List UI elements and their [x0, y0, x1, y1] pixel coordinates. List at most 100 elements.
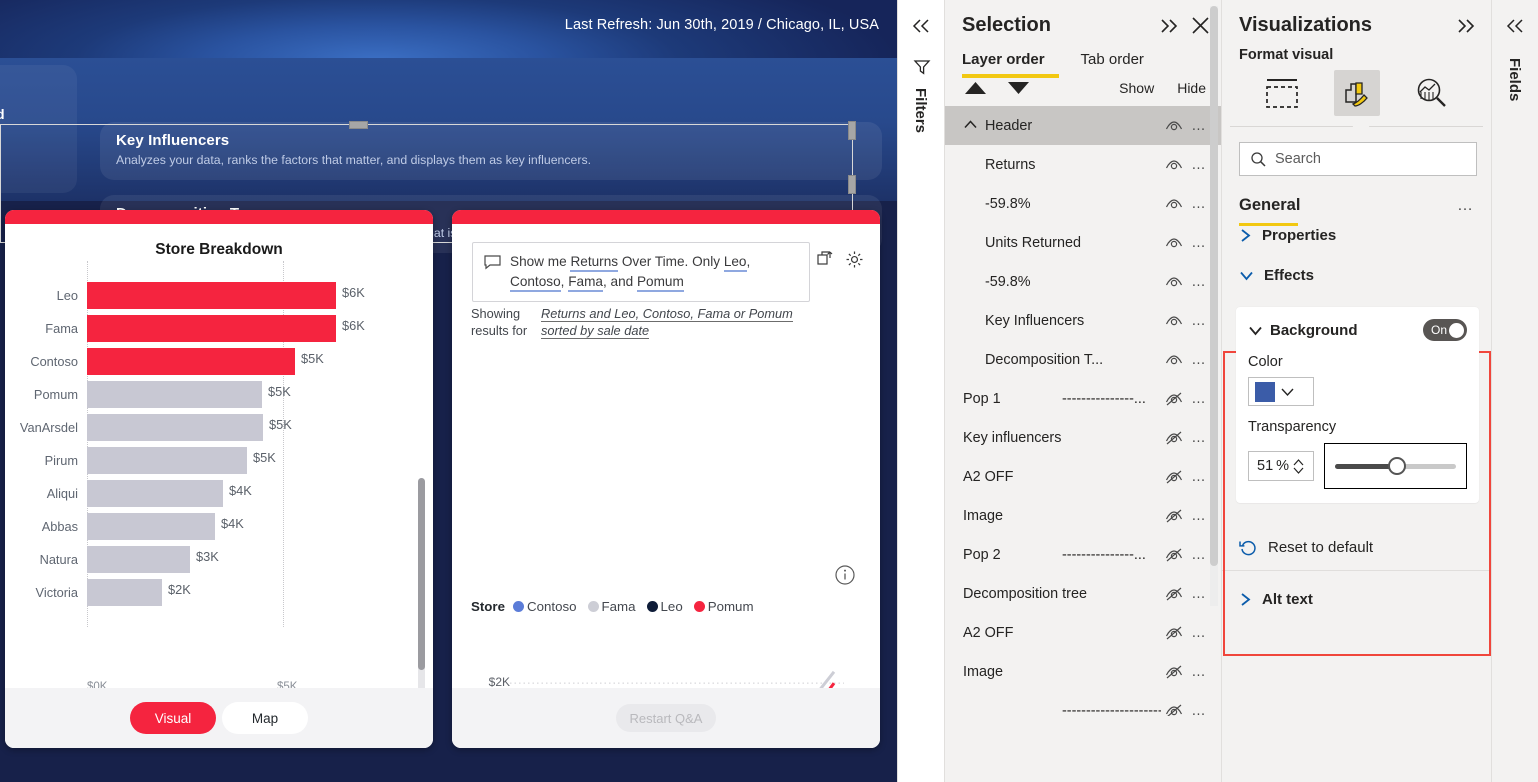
legend-item[interactable]: Fama [587, 599, 636, 614]
selection-layer-row[interactable]: -59.8%… [945, 262, 1221, 301]
bar-fill[interactable] [87, 447, 247, 474]
selection-layer-row[interactable]: A2 OFF… [945, 613, 1221, 652]
effects-accordion[interactable]: Effects [1222, 255, 1491, 295]
row-more-options-icon[interactable]: … [1187, 664, 1211, 680]
bar-fill[interactable] [87, 282, 336, 309]
row-more-options-icon[interactable]: … [1187, 469, 1211, 485]
bar-fill[interactable] [87, 414, 263, 441]
background-toggle[interactable]: On [1423, 319, 1467, 341]
row-more-options-icon[interactable]: … [1187, 313, 1211, 329]
visibility-eye-icon[interactable] [1161, 275, 1187, 289]
collapse-caret-icon[interactable] [963, 118, 985, 134]
row-more-options-icon[interactable]: … [1187, 118, 1211, 134]
bar-row[interactable]: Fama $6K [5, 312, 419, 345]
selection-layer-row[interactable]: Header… [945, 106, 1221, 145]
legend-item[interactable]: Contoso [513, 599, 577, 614]
toggle-map-button[interactable]: Map [222, 702, 308, 734]
selection-layer-row[interactable]: Units Returned… [945, 223, 1221, 262]
row-more-options-icon[interactable]: … [1187, 274, 1211, 290]
bar-fill[interactable] [87, 546, 190, 573]
convert-to-visual-icon[interactable] [817, 250, 836, 269]
restart-qna-button[interactable]: Restart Q&A [616, 704, 716, 732]
format-visual-button[interactable] [1333, 70, 1380, 116]
row-more-options-icon[interactable]: … [1187, 235, 1211, 251]
visibility-hidden-eye-icon[interactable] [1161, 509, 1187, 523]
selection-layer-row[interactable]: -----------------------...… [945, 691, 1221, 716]
bar-fill[interactable] [87, 480, 223, 507]
visibility-hidden-eye-icon[interactable] [1161, 431, 1187, 445]
gear-icon[interactable] [845, 250, 864, 269]
visibility-hidden-eye-icon[interactable] [1161, 587, 1187, 601]
selection-layer-row[interactable]: Image… [945, 496, 1221, 535]
visibility-hidden-eye-icon[interactable] [1161, 392, 1187, 406]
bar-fill[interactable] [87, 348, 295, 375]
visibility-eye-icon[interactable] [1161, 314, 1187, 328]
visibility-hidden-eye-icon[interactable] [1161, 665, 1187, 679]
general-section-header[interactable]: General … [1239, 196, 1475, 226]
qna-visual[interactable]: Show me Returns Over Time. Only Leo, Con… [452, 210, 880, 748]
row-more-options-icon[interactable]: … [1187, 352, 1211, 368]
visibility-hidden-eye-icon[interactable] [1161, 704, 1187, 716]
selection-layer-row[interactable]: Pop 2 ---------------...… [945, 535, 1221, 574]
selection-layer-row[interactable]: Pop 1 ---------------...… [945, 379, 1221, 418]
toggle-visual-button[interactable]: Visual [130, 702, 216, 734]
bar-row[interactable]: Pirum $5K [5, 444, 419, 477]
selection-layer-list[interactable]: Header… Returns… -59.8%… Units Returned… -59… [945, 106, 1221, 716]
selection-layer-row[interactable]: Returns… [945, 145, 1221, 184]
row-more-options-icon[interactable]: … [1187, 547, 1211, 563]
row-more-options-icon[interactable]: … [1187, 586, 1211, 602]
scrollbar-thumb[interactable] [418, 478, 425, 670]
stepper-arrows[interactable] [1293, 458, 1304, 474]
bar-row[interactable]: Abbas $4K [5, 510, 419, 543]
tab-layer-order[interactable]: Layer order [962, 51, 1045, 68]
visibility-eye-icon[interactable] [1161, 119, 1187, 133]
bar-row[interactable]: Contoso $5K [5, 345, 419, 378]
selection-layer-row[interactable]: Decomposition tree… [945, 574, 1221, 613]
selection-layer-row[interactable]: Image… [945, 652, 1221, 691]
bar-fill[interactable] [87, 579, 162, 606]
analytics-button[interactable] [1409, 70, 1455, 116]
selection-layer-row[interactable]: A2 OFF… [945, 457, 1221, 496]
transparency-stepper[interactable]: 51 % [1248, 451, 1314, 481]
selection-layer-row[interactable]: Key Influencers… [945, 301, 1221, 340]
legend-item[interactable]: Pomum [693, 599, 754, 614]
visibility-hidden-eye-icon[interactable] [1161, 626, 1187, 640]
show-all-button[interactable]: Show [1119, 80, 1154, 96]
tab-tab-order[interactable]: Tab order [1081, 51, 1144, 68]
background-header-row[interactable]: Background On [1248, 319, 1467, 341]
qna-info-icon[interactable] [835, 565, 855, 588]
legend-item[interactable]: Leo [646, 599, 683, 614]
move-down-icon[interactable] [1006, 80, 1031, 96]
row-more-options-icon[interactable]: … [1187, 196, 1211, 212]
row-more-options-icon[interactable]: … [1187, 430, 1211, 446]
bar-row[interactable]: VanArsdel $5K [5, 411, 419, 444]
bar-row[interactable]: Natura $3K [5, 543, 419, 576]
store-breakdown-visual[interactable]: Store Breakdown Leo $6K Fama $6K Contoso $5K P… [5, 210, 433, 748]
background-color-picker[interactable] [1248, 377, 1314, 406]
collapse-selection-chevron-icon[interactable] [1158, 18, 1180, 34]
slider-knob[interactable] [1387, 456, 1406, 475]
visibility-hidden-eye-icon[interactable] [1161, 548, 1187, 562]
hide-all-button[interactable]: Hide [1177, 80, 1206, 96]
transparency-slider[interactable] [1324, 443, 1467, 489]
row-more-options-icon[interactable]: … [1187, 703, 1211, 717]
qna-question-input[interactable]: Show me Returns Over Time. Only Leo, Con… [472, 242, 810, 302]
hero-left-panel[interactable] [0, 65, 77, 193]
close-icon[interactable] [1192, 17, 1209, 34]
fields-pane-collapsed[interactable]: Fields [1491, 0, 1538, 782]
visibility-eye-icon[interactable] [1161, 236, 1187, 250]
filters-pane-collapsed[interactable]: Filters [897, 0, 944, 782]
bar-fill[interactable] [87, 315, 336, 342]
expand-filters-chevron-icon[interactable] [911, 18, 931, 34]
row-more-options-icon[interactable]: … [1187, 508, 1211, 524]
selection-layer-row[interactable]: Decomposition T...… [945, 340, 1221, 379]
selection-layer-row[interactable]: Key influencers… [945, 418, 1221, 457]
visibility-eye-icon[interactable] [1161, 353, 1187, 367]
bar-row[interactable]: Leo $6K [5, 279, 419, 312]
stepper-up-icon[interactable] [1293, 458, 1304, 466]
expand-fields-chevron-icon[interactable] [1505, 18, 1525, 34]
properties-accordion[interactable]: Properties [1222, 215, 1491, 255]
hero-card-key-influencers[interactable]: Key Influencers Analyzes your data, rank… [100, 122, 882, 180]
visibility-eye-icon[interactable] [1161, 158, 1187, 172]
bar-fill[interactable] [87, 513, 215, 540]
